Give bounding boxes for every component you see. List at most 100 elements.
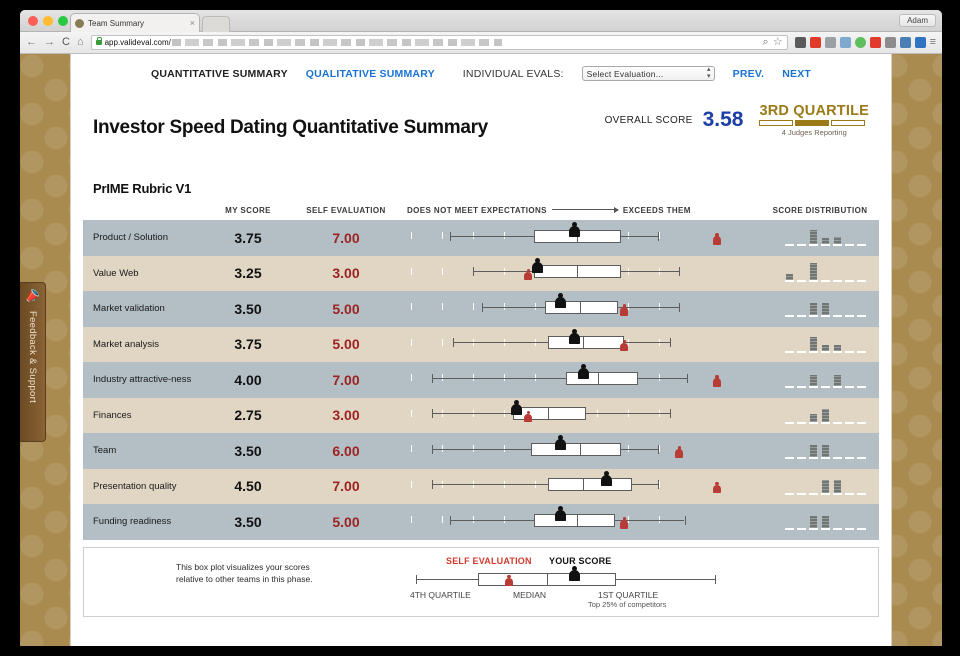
- row-my-score: 3.50: [234, 442, 262, 459]
- browser-toolbar: ← → C ⌂ app.valideval.com/ ⌕ ☆ ≡: [20, 32, 942, 54]
- quartile-badge: 3RD QUARTILE 4 Judges Reporting: [759, 103, 869, 137]
- close-window-button[interactable]: [28, 16, 38, 26]
- user-profile-button[interactable]: Adam: [899, 14, 936, 27]
- table-row: Market validation 3.50 5.00: [83, 291, 879, 327]
- boxplot-scale-tick: [473, 303, 474, 311]
- star-icon[interactable]: ☆: [773, 37, 783, 48]
- extension-icon-1[interactable]: [794, 37, 806, 48]
- row-criterion-name: Product / Solution: [93, 232, 168, 244]
- distribution-bin-tick: [809, 492, 818, 495]
- boxplot-my-score-marker: [554, 293, 567, 309]
- row-my-score: 3.25: [234, 265, 262, 282]
- distribution-bin-tick: [797, 279, 806, 282]
- boxplot-whisker-cap-low: [452, 338, 454, 348]
- prev-button[interactable]: PREV.: [733, 68, 765, 80]
- row-criterion-name: Market analysis: [93, 338, 159, 350]
- next-button[interactable]: NEXT: [782, 68, 811, 80]
- boxplot-whisker-cap-high: [678, 302, 680, 312]
- table-row: Market analysis 3.75 5.00: [83, 326, 879, 362]
- row-score-distribution: [761, 362, 879, 397]
- legend-self-evaluation-marker: [504, 574, 513, 587]
- distribution-bar: [822, 444, 829, 458]
- column-header-self-evaluation: SELF EVALUATION: [306, 206, 386, 215]
- distribution-bin-tick: [785, 386, 794, 389]
- window-controls[interactable]: [28, 16, 68, 26]
- evaluation-select[interactable]: Select Evaluation... ▴ ▾: [581, 66, 715, 81]
- boxplot-whisker-cap-high: [658, 480, 660, 490]
- row-my-score: 2.75: [234, 407, 262, 424]
- legend-self-evaluation-label: SELF EVALUATION: [446, 555, 532, 566]
- row-boxplot: [401, 220, 761, 255]
- distribution-bin-tick: [857, 457, 866, 460]
- distribution-bin-tick: [857, 421, 866, 424]
- row-criterion-name: Value Web: [93, 267, 139, 279]
- rubric-title: PrIME Rubric V1: [93, 181, 192, 196]
- legend-1st-quartile-label: 1ST QUARTILE: [598, 589, 659, 600]
- boxplot-median: [583, 478, 584, 492]
- address-bar[interactable]: app.valideval.com/ ⌕ ☆: [90, 35, 788, 50]
- minimize-window-button[interactable]: [43, 16, 53, 26]
- row-boxplot: [401, 398, 761, 433]
- boxplot-median: [583, 336, 584, 350]
- extension-icons[interactable]: ≡: [794, 37, 936, 48]
- extension-icon-8[interactable]: [899, 37, 911, 48]
- close-tab-icon[interactable]: ×: [190, 18, 195, 28]
- home-icon[interactable]: ⌂: [77, 37, 84, 48]
- new-tab-button[interactable]: [202, 16, 230, 32]
- feedback-support-label: Feedback & Support: [27, 311, 38, 404]
- browser-window: Team Summary × Adam ← → C ⌂ app.valideva…: [20, 10, 942, 646]
- extension-icon-6[interactable]: [869, 37, 881, 48]
- distribution-bin-tick: [797, 421, 806, 424]
- extension-icon-5[interactable]: [854, 37, 866, 48]
- row-my-score: 3.50: [234, 513, 262, 530]
- row-self-evaluation: 3.00: [332, 265, 360, 282]
- extension-icon-7[interactable]: [884, 37, 896, 48]
- back-icon[interactable]: ←: [26, 37, 37, 48]
- distribution-bar: [786, 273, 793, 280]
- row-self-evaluation: 3.00: [332, 407, 360, 424]
- row-my-score: 4.50: [234, 478, 262, 495]
- nav-quantitative-summary[interactable]: QUANTITATIVE SUMMARY: [151, 68, 288, 80]
- extension-icon-9[interactable]: [914, 37, 926, 48]
- table-row: Industry attractive-ness 4.00 7.00: [83, 362, 879, 398]
- search-icon[interactable]: ⌕: [763, 37, 769, 48]
- extension-icon-4[interactable]: [839, 37, 851, 48]
- extension-icon-2[interactable]: [809, 37, 821, 48]
- menu-icon[interactable]: ≡: [930, 37, 936, 48]
- address-bar-url: app.valideval.com/: [105, 38, 502, 47]
- page-content: QUANTITATIVE SUMMARY QUALITATIVE SUMMARY…: [70, 54, 892, 646]
- boxplot-whisker-cap-low: [432, 409, 434, 419]
- table-column-headers: MY SCORE SELF EVALUATION DOES NOT MEET E…: [71, 196, 891, 220]
- distribution-bin-tick: [833, 528, 842, 531]
- maximize-window-button[interactable]: [58, 16, 68, 26]
- browser-tab[interactable]: Team Summary ×: [70, 13, 200, 32]
- nav-qualitative-summary[interactable]: QUALITATIVE SUMMARY: [306, 68, 435, 80]
- distribution-bin-tick: [809, 350, 818, 353]
- legend-median-line: [547, 572, 548, 586]
- row-score-distribution: [761, 220, 879, 255]
- reload-icon[interactable]: C: [62, 37, 70, 48]
- boxplot-median: [577, 265, 579, 279]
- boxplot-whisker-cap-low: [432, 373, 434, 383]
- distribution-bin-tick: [809, 315, 818, 318]
- distribution-bin-tick: [857, 350, 866, 353]
- distribution-bar: [822, 302, 829, 316]
- overall-score-value: 3.58: [702, 108, 744, 131]
- extension-icon-3[interactable]: [824, 37, 836, 48]
- distribution-baseline: [761, 421, 879, 424]
- boxplot-median: [580, 300, 582, 314]
- forward-icon[interactable]: →: [44, 37, 55, 48]
- boxplot-my-score-marker: [568, 328, 581, 345]
- boxplot-scale-tick: [442, 338, 443, 346]
- distribution-bin-tick: [845, 421, 854, 424]
- distribution-bin-tick: [845, 279, 854, 282]
- row-score-distribution: [761, 256, 879, 291]
- row-boxplot: [401, 362, 761, 397]
- feedback-support-tab[interactable]: 📣 Feedback & Support: [20, 282, 46, 442]
- table-row: Product / Solution 3.75 7.00: [83, 220, 879, 256]
- boxplot-my-score-marker: [510, 399, 523, 416]
- boxplot-self-evaluation-marker: [524, 268, 533, 281]
- row-criterion-name: Industry attractive-ness: [93, 374, 192, 386]
- distribution-bin-tick: [857, 279, 866, 282]
- distribution-bin-tick: [833, 315, 842, 318]
